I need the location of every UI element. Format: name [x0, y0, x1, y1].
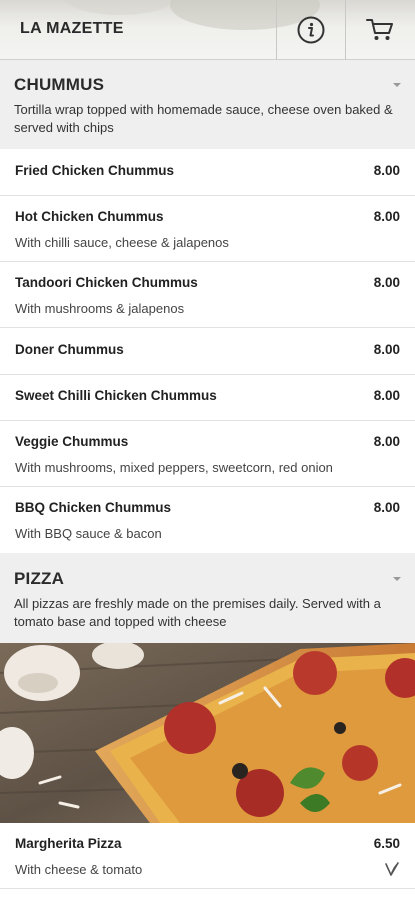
section-header-chummus[interactable]: CHUMMUS Tortilla wrap topped with homema…: [0, 60, 415, 149]
menu-item[interactable]: Hot Chicken Chummus 8.00 With chilli sau…: [0, 196, 415, 262]
section-description: All pizzas are freshly made on the premi…: [14, 596, 381, 629]
section-description: Tortilla wrap topped with homemade sauce…: [14, 102, 393, 135]
chevron-down-icon: [393, 83, 401, 87]
info-button[interactable]: [277, 0, 345, 60]
item-name: Doner Chummus: [15, 342, 124, 357]
item-price: 8.00: [373, 275, 400, 290]
item-name: Margherita Pizza: [15, 836, 122, 851]
info-icon: [297, 16, 325, 44]
item-price: 6.50: [373, 836, 400, 851]
item-price: 8.00: [373, 500, 400, 515]
menu-item[interactable]: BBQ Chicken Chummus 8.00 With BBQ sauce …: [0, 487, 415, 553]
item-name: Fried Chicken Chummus: [15, 163, 175, 178]
item-description: With cheese & tomato: [15, 862, 143, 877]
cart-icon: [366, 19, 393, 40]
item-description: With mushrooms & jalapenos: [15, 301, 185, 316]
header-background-image: [60, 0, 180, 15]
menu-item[interactable]: Veggie Chummus 8.00 With mushrooms, mixe…: [0, 421, 415, 487]
top-bar: LA MAZETTE: [0, 0, 415, 60]
restaurant-name: LA MAZETTE: [20, 20, 124, 37]
section-title: PIZZA: [14, 569, 65, 588]
menu-item[interactable]: Doner Chummus 8.00: [0, 328, 415, 375]
item-price: 8.00: [373, 163, 400, 178]
item-description: With mushrooms, mixed peppers, sweetcorn…: [15, 460, 333, 475]
item-name: Tandoori Chicken Chummus: [15, 275, 198, 290]
item-description: With BBQ sauce & bacon: [15, 526, 162, 541]
chevron-down-icon: [393, 577, 401, 581]
menu-item[interactable]: Tandoori Chicken Chummus 8.00 With mushr…: [0, 262, 415, 328]
menu-item[interactable]: Margherita Pizza 6.50 With cheese & toma…: [0, 823, 415, 889]
cart-button[interactable]: [346, 0, 414, 60]
item-description: With chilli sauce, cheese & jalapenos: [15, 235, 229, 250]
pizza-section-image: [0, 643, 415, 823]
vegetarian-icon: [385, 862, 399, 876]
item-name: BBQ Chicken Chummus: [15, 500, 172, 515]
section-title: CHUMMUS: [14, 75, 105, 94]
item-name: Sweet Chilli Chicken Chummus: [15, 388, 217, 403]
section-header-pizza[interactable]: PIZZA All pizzas are freshly made on the…: [0, 553, 415, 643]
item-price: 8.00: [373, 388, 400, 403]
item-name: Veggie Chummus: [15, 434, 129, 449]
menu-item[interactable]: Sweet Chilli Chicken Chummus 8.00: [0, 375, 415, 421]
item-price: 8.00: [373, 342, 400, 357]
item-price: 8.00: [373, 434, 400, 449]
item-price: 8.00: [373, 209, 400, 224]
item-name: Hot Chicken Chummus: [15, 209, 164, 224]
menu-item[interactable]: Fried Chicken Chummus 8.00: [0, 149, 415, 196]
